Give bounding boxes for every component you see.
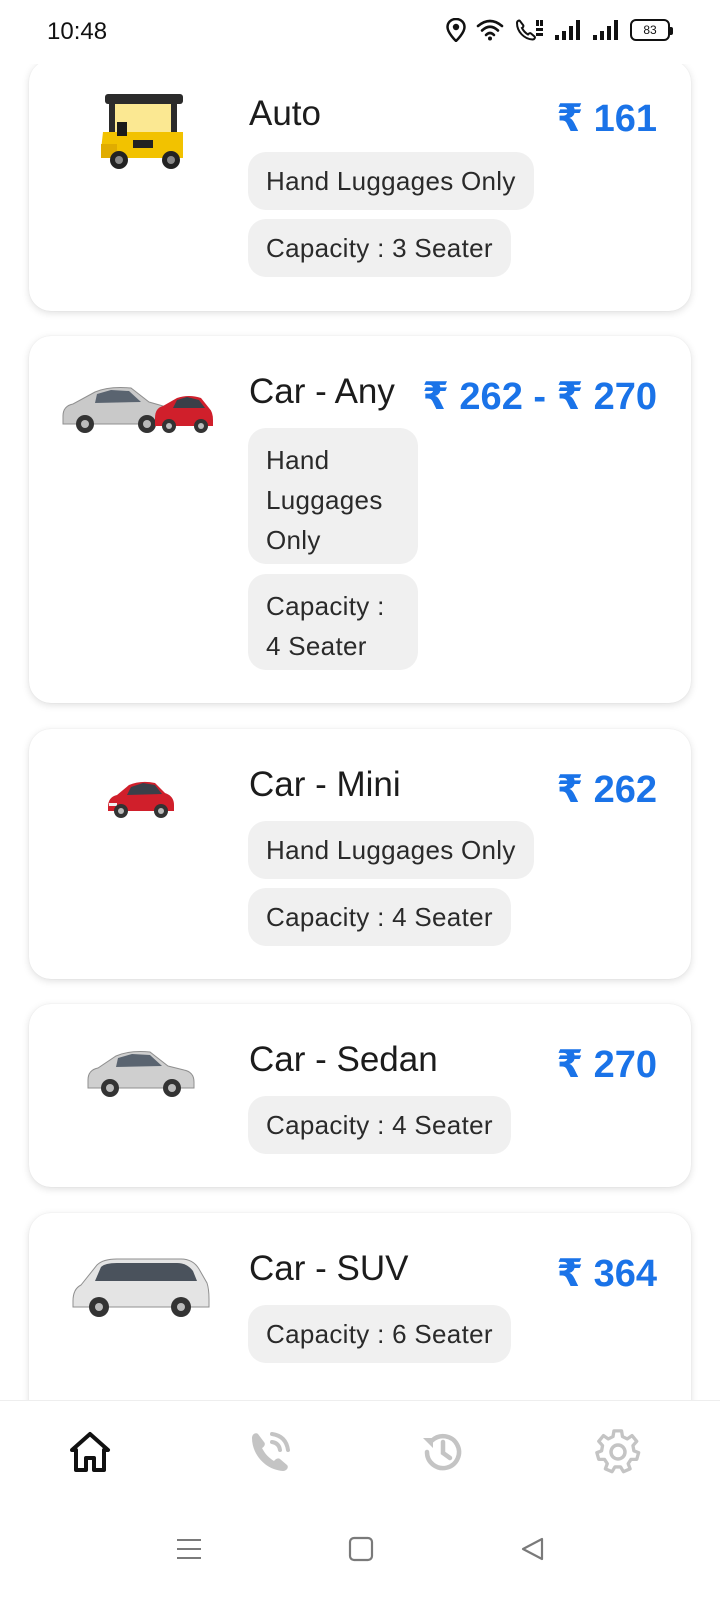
vehicle-card-car-any[interactable]: Car - Any ₹ 262 - ₹ 270 Hand Luggages On…: [29, 336, 691, 703]
signal-icon: [555, 20, 580, 40]
status-icons: 83: [446, 18, 673, 42]
nav-calls[interactable]: [245, 1427, 295, 1477]
sedan-car-image: [87, 1051, 195, 1097]
vehicle-name: Auto: [249, 94, 321, 133]
vehicle-card-car-mini[interactable]: Car - Mini ₹ 262 Hand Luggages Only Capa…: [29, 729, 691, 979]
luggage-chip-text: Hand Luggages Only: [266, 445, 383, 555]
vehicle-card-car-sedan[interactable]: Car - Sedan ₹ 270 Capacity : 4 Seater: [29, 1004, 691, 1187]
vehicle-card-car-suv[interactable]: Car - SUV ₹ 364 Capacity : 6 Seater: [29, 1213, 691, 1400]
luggage-chip: Hand Luggages Only: [248, 821, 534, 879]
home-square-icon[interactable]: [348, 1536, 374, 1562]
system-nav: [0, 1500, 720, 1600]
vehicle-list[interactable]: Auto ₹ 161 Hand Luggages Only Capacity :…: [0, 64, 720, 1400]
nav-history[interactable]: [418, 1427, 468, 1477]
battery-level: 83: [643, 23, 657, 37]
menu-icon[interactable]: [176, 1536, 202, 1562]
bottom-nav: [0, 1400, 720, 1500]
vehicle-name: Car - Any: [249, 372, 395, 411]
capacity-chip: Capacity : 3 Seater: [248, 219, 511, 277]
status-bar: 10:48 83: [0, 0, 720, 64]
home-icon: [70, 1432, 110, 1472]
capacity-chip: Capacity : 4 Seater: [248, 888, 511, 946]
vehicle-name: Car - SUV: [249, 1249, 409, 1288]
suv-car-image: [72, 1258, 210, 1317]
capacity-chip: Capacity : 4 Seater: [248, 1096, 511, 1154]
phone-call-icon: [252, 1432, 290, 1471]
nav-home[interactable]: [65, 1427, 115, 1477]
vehicle-price: ₹ 364: [556, 1253, 657, 1295]
capacity-chip: Capacity : 6 Seater: [248, 1305, 511, 1363]
back-icon[interactable]: [520, 1536, 546, 1562]
vehicle-price: ₹ 262: [556, 769, 657, 811]
vehicle-price: ₹ 270: [556, 1044, 657, 1086]
battery-icon: 83: [630, 19, 673, 41]
capacity-chip: Capacity : 4 Seater: [248, 574, 418, 670]
history-icon: [423, 1433, 462, 1471]
capacity-chip-text: Capacity : 4 Seater: [266, 591, 385, 661]
settings-icon: [595, 1429, 641, 1474]
vehicle-name: Car - Sedan: [249, 1040, 438, 1079]
cars-group-image: [62, 387, 213, 433]
signal-icon: [593, 20, 618, 40]
vehicle-name: Car - Mini: [249, 765, 401, 804]
luggage-chip: Hand Luggages Only: [248, 428, 418, 564]
vehicle-price: ₹ 161: [556, 98, 657, 140]
wifi-calling-icon: [515, 19, 543, 41]
location-icon: [446, 18, 466, 42]
vehicle-card-auto[interactable]: Auto ₹ 161 Hand Luggages Only Capacity :…: [29, 64, 691, 311]
wifi-icon: [476, 19, 504, 41]
auto-rickshaw-image: [101, 94, 183, 169]
nav-settings[interactable]: [593, 1427, 643, 1477]
hatchback-car-image: [108, 781, 174, 818]
status-time: 10:48: [47, 18, 108, 45]
luggage-chip: Hand Luggages Only: [248, 152, 534, 210]
vehicle-price: ₹ 262 - ₹ 270: [422, 376, 657, 418]
